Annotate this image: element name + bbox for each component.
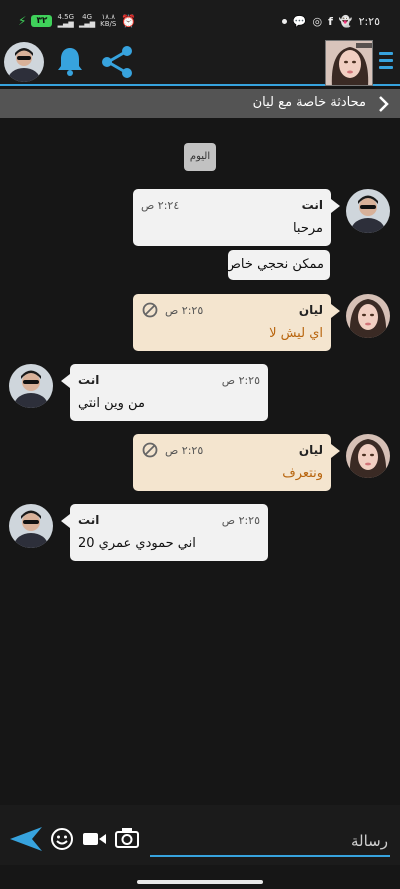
message-sender: انت [78,513,100,527]
status-bar: ⚡ ٣٢ 4.5G ▂▄▆ 4G ▂▄▆ ١٨.٨ KB/S ⏰ 💬 ◎ f 👻 ٢:… [0,0,400,36]
send-icon[interactable] [8,825,44,853]
app-toolbar [0,36,400,86]
block-icon[interactable] [142,442,158,458]
network-indicator-2: 4G ▂▄▆ [79,14,95,28]
message-time: ٢:٢٥ ص [165,304,204,317]
snapchat-icon: 👻 [338,15,353,28]
network-speed: ١٨.٨ KB/S [100,14,116,28]
message-bubble: انت ٢:٢٤ ص مرحبا [133,189,340,246]
battery-level: ٣٢ [31,15,53,27]
home-gesture-bar[interactable] [137,880,263,884]
message-time: ٢:٢٤ ص [141,199,180,212]
message-text: ممكن نحجي خاص [225,257,324,272]
my-avatar[interactable] [9,364,53,408]
alarm-icon: ⏰ [121,14,137,28]
my-avatar[interactable] [9,504,53,548]
message-text: اني حمودي عمري 20 [78,536,196,551]
share-icon[interactable] [100,45,134,79]
composer-bar [0,805,400,865]
video-icon[interactable] [81,829,107,849]
notification-dot-icon [281,19,287,24]
network-indicator-1: 4.5G ▂▄▆ [57,14,74,28]
message-text: ونتعرف [282,466,323,481]
charging-icon: ⚡ [18,14,27,28]
message-sender: انت [78,373,100,387]
menu-icon[interactable] [379,52,393,70]
message-bubble: انت ٢:٢٥ ص اني حمودي عمري 20 [61,504,268,561]
my-avatar[interactable] [346,189,390,233]
contact-avatar[interactable] [346,294,390,338]
back-chevron-icon[interactable] [376,95,390,113]
emoji-icon[interactable] [50,827,74,851]
facebook-icon: f [328,15,333,28]
message-sender: انت [301,198,323,212]
contact-profile-photo[interactable] [325,40,373,86]
message-bubble-continued: ممكن نحجي خاص [225,250,330,280]
conversation-header: محادثة خاصة مع ليان [0,89,400,118]
whatsapp-icon: ◎ [312,15,323,28]
speed-unit: KB/S [100,20,117,28]
signal-bars-2: ▂▄▆ [79,20,96,28]
message-time: ٢:٢٥ ص [221,514,260,527]
message-input[interactable] [150,827,390,857]
message-sender: ليان [298,303,323,317]
message-sender: ليان [298,443,323,457]
conversation-title: محادثة خاصة مع ليان [252,95,366,110]
signal-bars-1: ▂▄▆ [57,20,74,28]
message-text: من وين انتي [78,396,145,411]
message-bubble: ليان ٢:٢٥ ص ونتعرف [133,434,340,491]
block-icon[interactable] [142,302,158,318]
status-right: 💬 ◎ f 👻 ٢:٢٥ [281,15,380,28]
status-left: ⚡ ٣٢ 4.5G ▂▄▆ 4G ▂▄▆ ١٨.٨ KB/S ⏰ [18,14,137,29]
message-bubble: انت ٢:٢٥ ص من وين انتي [61,364,268,421]
message-text: اي ليش لا [269,326,323,341]
message-notification-icon: 💬 [292,15,307,28]
contact-avatar[interactable] [346,434,390,478]
message-time: ٢:٢٥ ص [221,374,260,387]
bell-icon[interactable] [56,46,84,76]
message-bubble: ليان ٢:٢٥ ص اي ليش لا [133,294,340,351]
camera-icon[interactable] [114,826,140,850]
my-profile-avatar[interactable] [4,42,44,82]
message-text: مرحبا [292,221,323,236]
date-divider: اليوم [184,143,216,171]
clock: ٢:٢٥ [358,15,380,28]
message-time: ٢:٢٥ ص [165,444,204,457]
